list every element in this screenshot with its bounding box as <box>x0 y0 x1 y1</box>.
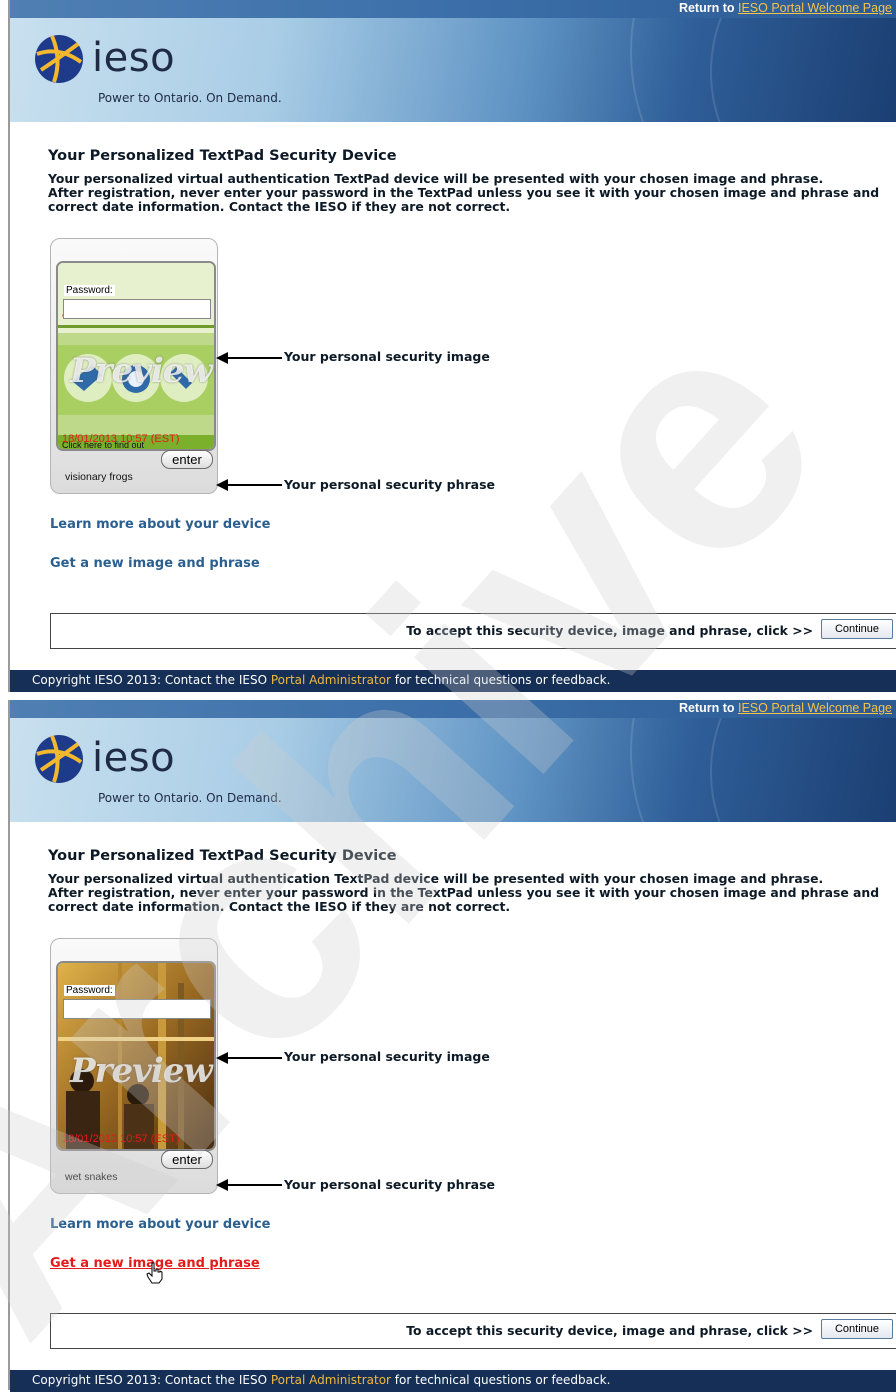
footer-text-start: Copyright IESO 2013: Contact the IESO <box>32 1373 268 1387</box>
return-prefix: Return to <box>678 1 735 15</box>
security-image: a kilowatt-hour? Click here to find out … <box>56 261 216 451</box>
hand-cursor-icon <box>146 1262 163 1284</box>
security-phrase: wet snakes <box>65 1171 118 1183</box>
ieso-logo-icon <box>35 35 83 83</box>
footer-text: Copyright IESO 2013: Contact the IESO Po… <box>32 1373 610 1387</box>
portal-admin-link[interactable]: Portal Administrator <box>271 1373 391 1387</box>
footer: Copyright IESO 2013: Contact the IESO Po… <box>10 670 896 692</box>
phrase-arrow-label: Your personal security phrase <box>284 477 496 492</box>
screenshot-panel-2: Return to IESO Portal Welcome Page ieso … <box>0 700 896 1392</box>
arrow-left-icon <box>216 479 282 491</box>
desc-line: Your personalized virtual authentication… <box>48 171 824 186</box>
arrow-left-icon <box>216 1052 282 1064</box>
accept-text: To accept this security device, image an… <box>406 1323 813 1338</box>
return-prefix: Return to <box>678 701 735 715</box>
page-description: Your personalized virtual authentication… <box>48 872 879 914</box>
brand-name: ieso <box>92 35 176 81</box>
top-bar: Return to IESO Portal Welcome Page <box>10 700 896 718</box>
desc-line: Your personalized virtual authentication… <box>48 871 824 886</box>
desc-line: After registration, never enter your pas… <box>48 885 880 900</box>
password-label: Password: <box>64 285 115 296</box>
portal-admin-link[interactable]: Portal Administrator <box>271 673 391 687</box>
security-image: Password: Preview 18/01/2013 10:57 (EST) <box>56 961 216 1151</box>
accept-bar: To accept this security device, image an… <box>50 1313 896 1349</box>
tagline: Power to Ontario. On Demand. <box>98 91 282 105</box>
return-link-container: Return to IESO Portal Welcome Page <box>679 701 892 715</box>
continue-button[interactable]: Continue <box>821 1319 893 1339</box>
preview-watermark: Preview <box>70 1051 213 1091</box>
top-bar: Return to IESO Portal Welcome Page <box>10 0 896 18</box>
accept-text: To accept this security device, image an… <box>406 623 813 638</box>
footer-text: Copyright IESO 2013: Contact the IESO Po… <box>32 673 610 687</box>
password-field[interactable] <box>63 999 211 1019</box>
device-date: 18/01/2013 10:57 (EST) <box>62 433 180 445</box>
return-link-container: Return to IESO Portal Welcome Page <box>679 1 892 15</box>
textpad-device: a kilowatt-hour? Click here to find out … <box>50 238 218 494</box>
image-arrow-label: Your personal security image <box>284 1049 490 1064</box>
tagline: Power to Ontario. On Demand. <box>98 791 282 805</box>
footer: Copyright IESO 2013: Contact the IESO Po… <box>10 1370 896 1392</box>
site-header: Return to IESO Portal Welcome Page ieso … <box>10 0 896 122</box>
learn-more-link[interactable]: Learn more about your device <box>50 517 270 532</box>
footer-text-end: for technical questions or feedback. <box>394 673 611 687</box>
device-date: 18/01/2013 10:57 (EST) <box>62 1133 180 1145</box>
desc-line: correct date information. Contact the IE… <box>48 899 511 914</box>
footer-text-end: for technical questions or feedback. <box>394 1373 611 1387</box>
continue-button[interactable]: Continue <box>821 619 893 639</box>
security-phrase: visionary frogs <box>65 471 133 483</box>
screenshot-panel-1: Return to IESO Portal Welcome Page ieso … <box>0 0 896 692</box>
portal-welcome-link[interactable]: IESO Portal Welcome Page <box>738 701 892 715</box>
header-decoration <box>710 700 896 822</box>
textpad-device: Password: Preview 18/01/2013 10:57 (EST)… <box>50 938 218 1194</box>
ieso-logo-icon <box>35 735 83 783</box>
password-label: Password: <box>64 985 115 996</box>
arrow-left-icon <box>216 1179 282 1191</box>
desc-line: correct date information. Contact the IE… <box>48 199 511 214</box>
desc-line: After registration, never enter your pas… <box>48 185 880 200</box>
learn-more-link[interactable]: Learn more about your device <box>50 1217 270 1232</box>
enter-button[interactable]: enter <box>161 450 213 469</box>
page-description: Your personalized virtual authentication… <box>48 172 879 214</box>
phrase-arrow-label: Your personal security phrase <box>284 1177 496 1192</box>
site-header: Return to IESO Portal Welcome Page ieso … <box>10 700 896 822</box>
header-decoration <box>710 0 896 122</box>
footer-text-start: Copyright IESO 2013: Contact the IESO <box>32 673 268 687</box>
password-field[interactable] <box>63 299 211 319</box>
brand-name: ieso <box>92 735 176 781</box>
get-new-image-link[interactable]: Get a new image and phrase <box>50 556 260 571</box>
arrow-left-icon <box>216 352 282 364</box>
portal-welcome-link[interactable]: IESO Portal Welcome Page <box>738 1 892 15</box>
enter-button[interactable]: enter <box>161 1150 213 1169</box>
image-arrow-label: Your personal security image <box>284 349 490 364</box>
accept-bar: To accept this security device, image an… <box>50 613 896 649</box>
page-title: Your Personalized TextPad Security Devic… <box>48 148 397 164</box>
page-title: Your Personalized TextPad Security Devic… <box>48 848 397 864</box>
preview-watermark: Preview <box>70 351 213 391</box>
